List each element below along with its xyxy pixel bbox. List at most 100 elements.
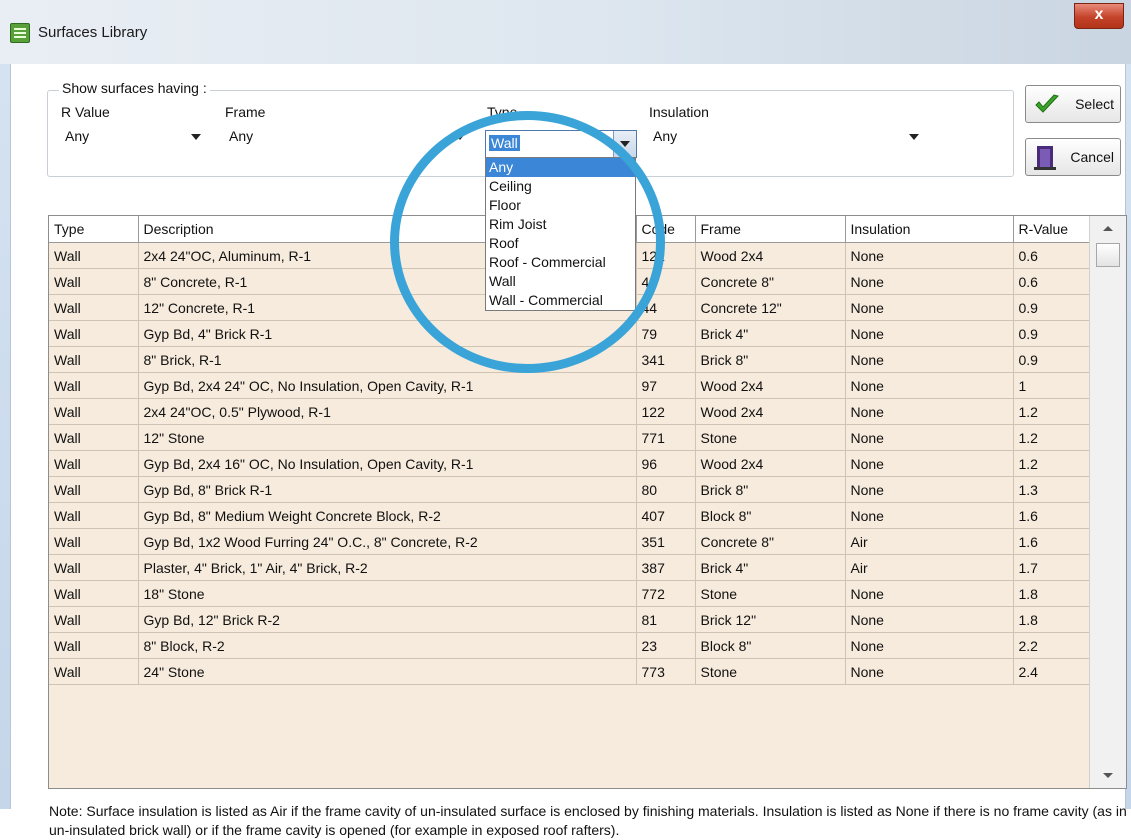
cell-code: 773 <box>636 658 696 685</box>
cell-insulation: None <box>845 632 1014 659</box>
cell-r-value: 0.9 <box>1013 320 1090 347</box>
dropdown-option[interactable]: Wall - Commercial <box>486 291 635 310</box>
cell-insulation: None <box>845 268 1014 295</box>
cell-code: 341 <box>636 346 696 373</box>
column-header-r-value[interactable]: R-Value <box>1013 216 1090 243</box>
table-row[interactable]: Wall Gyp Bd, 8" Brick R-1 80 Brick 8" None 1.… <box>49 476 1090 503</box>
cell-frame: Stone <box>695 424 846 451</box>
filter-caption: Show surfaces having : <box>59 80 210 96</box>
cell-r-value: 0.6 <box>1013 268 1090 295</box>
column-header-frame[interactable]: Frame <box>695 216 846 243</box>
type-select[interactable]: Wall <box>485 130 637 158</box>
cell-description: 8" Brick, R-1 <box>138 346 637 373</box>
cell-insulation: None <box>845 320 1014 347</box>
dropdown-option[interactable]: Wall <box>486 272 635 291</box>
cell-type: Wall <box>49 580 139 607</box>
cell-frame: Stone <box>695 658 846 685</box>
scroll-thumb[interactable] <box>1096 243 1120 267</box>
cancel-button[interactable]: Cancel <box>1025 138 1121 176</box>
column-header-type[interactable]: Type <box>49 216 139 243</box>
cell-description: Gyp Bd, 4" Brick R-1 <box>138 320 637 347</box>
chevron-down-icon <box>909 134 919 140</box>
table-row[interactable]: Wall Gyp Bd, 1x2 Wood Furring 24" O.C., 8… <box>49 528 1090 555</box>
cell-insulation: None <box>845 606 1014 633</box>
table-row[interactable]: Wall Gyp Bd, 2x4 16" OC, No Insulation, O… <box>49 450 1090 477</box>
r-value-select[interactable]: Any <box>59 124 209 150</box>
cell-insulation: None <box>845 658 1014 685</box>
cell-description: Gyp Bd, 8" Medium Weight Concrete Block,… <box>138 502 637 529</box>
cell-frame: Block 8" <box>695 502 846 529</box>
frame-select[interactable]: Any <box>223 124 471 150</box>
cell-type: Wall <box>49 632 139 659</box>
cell-type: Wall <box>49 294 139 321</box>
dropdown-option[interactable]: Ceiling <box>486 177 635 196</box>
select-button[interactable]: Select <box>1025 85 1121 123</box>
table-row[interactable]: Wall Gyp Bd, 4" Brick R-1 79 Brick 4" None 0.… <box>49 320 1090 347</box>
dropdown-option[interactable]: Floor <box>486 196 635 215</box>
cell-insulation: None <box>845 242 1014 269</box>
dropdown-option[interactable]: Roof - Commercial <box>486 253 635 272</box>
cell-code: 79 <box>636 320 696 347</box>
insulation-note: Note: Surface insulation is listed as Ai… <box>49 803 1127 838</box>
cell-type: Wall <box>49 528 139 555</box>
frame-label: Frame <box>225 104 266 120</box>
cell-frame: Brick 8" <box>695 476 846 503</box>
cell-insulation: None <box>845 398 1014 425</box>
table-row[interactable]: Wall Plaster, 4" Brick, 1" Air, 4" Brick,… <box>49 554 1090 581</box>
scroll-up-icon[interactable] <box>1103 226 1113 231</box>
select-button-label: Select <box>1075 96 1114 112</box>
cell-code: 122 <box>636 398 696 425</box>
cell-code: 43 <box>636 268 696 295</box>
table-row[interactable]: Wall 8" Brick, R-1 341 Brick 8" None 0.9 <box>49 346 1090 373</box>
cell-code: 771 <box>636 424 696 451</box>
insulation-select[interactable]: Any <box>647 124 927 150</box>
cell-r-value: 2.4 <box>1013 658 1090 685</box>
cell-code: 96 <box>636 450 696 477</box>
table-row[interactable]: Wall 2x4 24"OC, 0.5" Plywood, R-1 122 Wood … <box>49 398 1090 425</box>
table-row[interactable]: Wall Gyp Bd, 12" Brick R-2 81 Brick 12" None… <box>49 606 1090 633</box>
table-row[interactable]: Wall 12" Stone 771 Stone None 1.2 <box>49 424 1090 451</box>
window-title: Surfaces Library <box>38 24 148 41</box>
cell-description: Gyp Bd, 8" Brick R-1 <box>138 476 637 503</box>
cell-r-value: 1.2 <box>1013 424 1090 451</box>
table-row[interactable]: Wall Gyp Bd, 8" Medium Weight Concrete Bl… <box>49 502 1090 529</box>
cell-r-value: 1.7 <box>1013 554 1090 581</box>
table-row[interactable]: Wall 24" Stone 773 Stone None 2.4 <box>49 658 1090 685</box>
chevron-down-icon <box>455 134 465 140</box>
dropdown-option[interactable]: Roof <box>486 234 635 253</box>
vertical-scrollbar[interactable] <box>1089 216 1126 788</box>
surfaces-library-window: Surfaces Library x Show surfaces having … <box>0 0 1131 838</box>
dropdown-option[interactable]: Any <box>486 158 635 177</box>
column-header-code[interactable]: Code <box>636 216 696 243</box>
cell-code: 772 <box>636 580 696 607</box>
cell-r-value: 2.2 <box>1013 632 1090 659</box>
door-exit-icon <box>1034 146 1056 170</box>
scroll-down-icon[interactable] <box>1103 773 1113 778</box>
cell-insulation: None <box>845 294 1014 321</box>
cell-code: 81 <box>636 606 696 633</box>
cell-r-value: 1.6 <box>1013 528 1090 555</box>
cell-type: Wall <box>49 268 139 295</box>
table-row[interactable]: Wall Gyp Bd, 2x4 24" OC, No Insulation, O… <box>49 372 1090 399</box>
cell-type: Wall <box>49 242 139 269</box>
cell-type: Wall <box>49 502 139 529</box>
cell-type: Wall <box>49 554 139 581</box>
insulation-label: Insulation <box>649 104 709 120</box>
cell-r-value: 0.9 <box>1013 294 1090 321</box>
r-value-value: Any <box>65 128 90 144</box>
cell-type: Wall <box>49 424 139 451</box>
dropdown-option[interactable]: Rim Joist <box>486 215 635 234</box>
cell-frame: Brick 4" <box>695 554 846 581</box>
column-header-insulation[interactable]: Insulation <box>845 216 1014 243</box>
cell-frame: Wood 2x4 <box>695 450 846 477</box>
cell-frame: Concrete 12" <box>695 294 846 321</box>
cell-r-value: 1.8 <box>1013 606 1090 633</box>
cell-insulation: None <box>845 450 1014 477</box>
cell-frame: Concrete 8" <box>695 528 846 555</box>
table-row[interactable]: Wall 18" Stone 772 Stone None 1.8 <box>49 580 1090 607</box>
type-dropdown-button[interactable] <box>613 131 636 157</box>
cell-type: Wall <box>49 346 139 373</box>
table-row[interactable]: Wall 8" Block, R-2 23 Block 8" None 2.2 <box>49 632 1090 659</box>
close-button[interactable]: x <box>1074 3 1124 29</box>
cell-r-value: 1.3 <box>1013 476 1090 503</box>
